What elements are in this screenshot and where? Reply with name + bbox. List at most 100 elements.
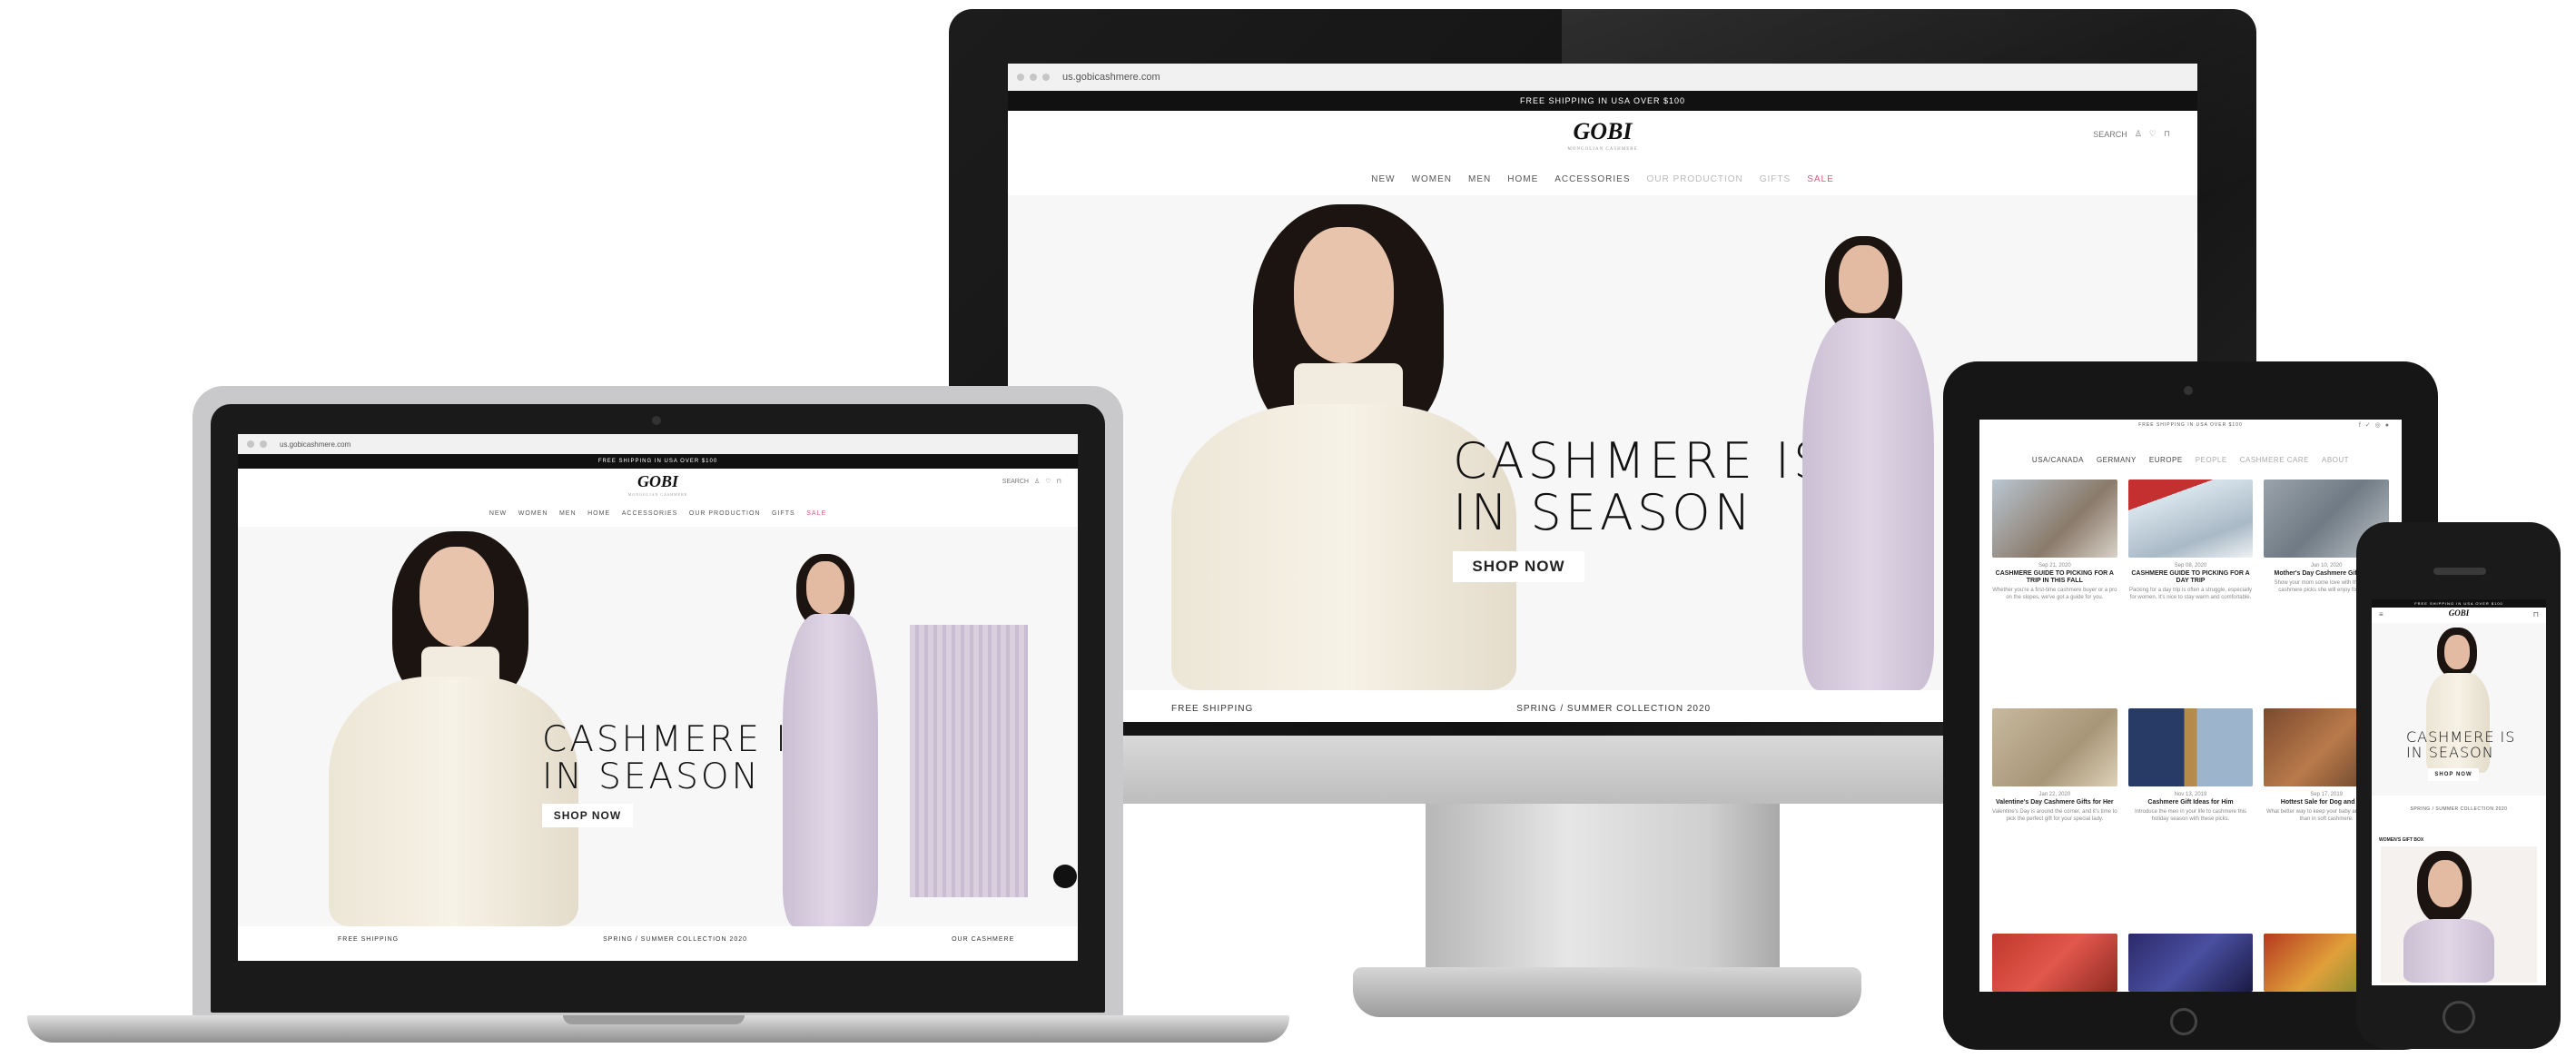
nav-home[interactable]: HOME — [1507, 174, 1538, 184]
nav-new[interactable]: NEW — [489, 510, 507, 517]
nav-men[interactable]: MEN — [559, 510, 577, 517]
blog-grid-row-1: Sep 21, 2020 CASHMERE GUIDE TO PICKING F… — [1992, 480, 2389, 602]
shop-now-button[interactable]: SHOP NOW — [2428, 768, 2479, 781]
post-excerpt: Valentine's Day is around the corner, an… — [1992, 809, 2117, 822]
blog-grid-row-3 — [1992, 934, 2389, 992]
blog-card[interactable]: Sep 21, 2020 CASHMERE GUIDE TO PICKING F… — [1992, 480, 2117, 602]
nav-people[interactable]: PEOPLE — [2196, 456, 2227, 464]
post-date: Nov 13, 2019 — [2174, 792, 2207, 797]
nav-new[interactable]: NEW — [1371, 174, 1395, 184]
search-link[interactable]: SEARCH — [2093, 130, 2127, 139]
monitor-stand — [1426, 804, 1780, 976]
nav-men[interactable]: MEN — [1468, 174, 1491, 184]
post-thumbnail[interactable] — [2127, 934, 2254, 992]
blog-card[interactable]: Nov 13, 2019 Cashmere Gift Ideas for Him… — [2127, 708, 2254, 824]
camera-icon — [652, 416, 661, 425]
feature-free-shipping[interactable]: FREE SHIPPING — [338, 936, 399, 943]
nav-usa-canada[interactable]: USA/CANADA — [2032, 456, 2084, 464]
nav-gifts[interactable]: GIFTS — [1760, 174, 1791, 184]
laptop-notch — [563, 1015, 745, 1024]
site-logo[interactable]: GOBI — [2372, 608, 2546, 618]
menu-icon[interactable]: ≡ — [2379, 610, 2384, 618]
gift-box-image[interactable] — [2381, 846, 2537, 983]
nav-our-production[interactable]: OUR PRODUCTION — [1647, 174, 1743, 184]
post-title[interactable]: Valentine's Day Cashmere Gifts for Her — [1992, 799, 2117, 806]
post-title[interactable]: CASHMERE GUIDE TO PICKING FOR A DAY TRIP — [2128, 570, 2254, 585]
feature-our-cashmere[interactable]: OUR CASHMERE — [952, 936, 1014, 943]
nav-about[interactable]: ABOUT — [2322, 456, 2349, 464]
feature-collection[interactable]: SPRING / SUMMER COLLECTION 2020 — [603, 936, 747, 943]
back-icon[interactable] — [247, 440, 254, 448]
tablet-top-bar: FREE SHIPPING IN USA OVER $100 — [1979, 420, 2402, 430]
post-thumbnail[interactable] — [1992, 934, 2117, 992]
shop-now-button[interactable]: SHOP NOW — [542, 804, 633, 827]
hero-banner: CASHMERE IS IN SEASON SHOP NOW — [2372, 623, 2546, 796]
main-nav: NEW WOMEN MEN HOME ACCESSORIES OUR PRODU… — [1008, 174, 2197, 184]
blog-card[interactable]: Sep 08, 2020 CASHMERE GUIDE TO PICKING F… — [2127, 480, 2254, 602]
hero-banner: CASHMERE IS IN SEASON SHOP NOW — [238, 527, 1078, 926]
site-logo[interactable]: GOBI — [1008, 118, 2197, 145]
post-date: Jan 22, 2020 — [2038, 792, 2071, 797]
social-icons: f ✓ ◎ ● — [2359, 421, 2389, 430]
bag-icon[interactable]: ⊓ — [2533, 610, 2539, 618]
home-button[interactable] — [2443, 1001, 2475, 1033]
post-excerpt: Whether you're a first-time cashmere buy… — [1992, 588, 2117, 600]
back-icon[interactable] — [1017, 74, 1024, 81]
nav-sale[interactable]: SALE — [806, 510, 826, 517]
nav-cashmere-care[interactable]: CASHMERE CARE — [2240, 456, 2309, 464]
hero-headline-line2: IN SEASON — [1453, 484, 1754, 541]
address-bar[interactable]: us.gobicashmere.com — [280, 440, 350, 449]
blog-card[interactable]: Jan 22, 2020 Valentine's Day Cashmere Gi… — [1992, 708, 2117, 824]
nav-sale[interactable]: SALE — [1807, 174, 1834, 184]
nav-women[interactable]: WOMEN — [1412, 174, 1452, 184]
website-blog-tablet: FREE SHIPPING IN USA OVER $100 f ✓ ◎ ● U… — [1979, 420, 2402, 992]
site-logo[interactable]: GOBI — [238, 472, 1078, 491]
blog-grid-row-2: Jan 22, 2020 Valentine's Day Cashmere Gi… — [1992, 708, 2389, 824]
shop-now-button[interactable]: SHOP NOW — [1453, 551, 1584, 582]
nav-women[interactable]: WOMEN — [518, 510, 548, 517]
user-icon[interactable]: ♙ — [2135, 129, 2142, 139]
nav-gifts[interactable]: GIFTS — [772, 510, 795, 517]
collection-link[interactable]: SPRING / SUMMER COLLECTION 2020 — [2372, 806, 2546, 812]
address-bar[interactable]: us.gobicashmere.com — [1062, 72, 1160, 83]
post-title[interactable]: CASHMERE GUIDE TO PICKING FOR A TRIP IN … — [1992, 570, 2117, 585]
post-date: Sep 21, 2020 — [2038, 563, 2071, 569]
feature-strip: FREE SHIPPING SPRING / SUMMER COLLECTION… — [238, 936, 1078, 943]
nav-home[interactable]: HOME — [587, 510, 610, 517]
section-title: WOMEN'S GIFT BOX — [2379, 837, 2424, 843]
user-icon[interactable]: ♙ — [1034, 478, 1040, 485]
speaker-icon — [2433, 568, 2486, 575]
forward-icon[interactable] — [1030, 74, 1037, 81]
search-link[interactable]: SEARCH — [1002, 479, 1029, 485]
nav-our-production[interactable]: OUR PRODUCTION — [689, 510, 761, 517]
bag-icon[interactable]: ⊓ — [1057, 478, 1061, 485]
chat-icon[interactable] — [1053, 865, 1077, 888]
post-thumbnail[interactable] — [2127, 480, 2254, 558]
feature-free-shipping[interactable]: FREE SHIPPING — [1171, 704, 1253, 714]
heart-icon[interactable]: ♡ — [1045, 478, 1051, 485]
nav-europe[interactable]: EUROPE — [2149, 456, 2183, 464]
pinterest-icon[interactable]: ● — [2385, 422, 2389, 429]
logo-subtitle: MONGOLIAN CASHMERE — [1567, 147, 1638, 152]
forward-icon[interactable] — [260, 440, 267, 448]
post-thumbnail[interactable] — [2127, 708, 2254, 786]
nav-accessories[interactable]: ACCESSORIES — [622, 510, 678, 517]
monitor-base — [1353, 967, 1861, 1017]
nav-germany[interactable]: GERMANY — [2097, 456, 2137, 464]
blog-nav: USA/CANADA GERMANY EUROPE PEOPLE CASHMER… — [1979, 456, 2402, 464]
heart-icon[interactable]: ♡ — [2149, 129, 2157, 139]
website-mobile: FREE SHIPPING IN USA OVER $100 GOBI ≡ ⊓ … — [2372, 599, 2546, 985]
feature-collection[interactable]: SPRING / SUMMER COLLECTION 2020 — [1516, 704, 1711, 714]
reload-icon[interactable] — [1042, 74, 1050, 81]
post-thumbnail[interactable] — [1992, 480, 2117, 558]
facebook-icon[interactable]: f — [2359, 422, 2361, 429]
home-button[interactable] — [2170, 1008, 2197, 1035]
post-title[interactable]: Cashmere Gift Ideas for Him — [2128, 799, 2254, 806]
shipping-banner: FREE SHIPPING IN USA OVER $100 — [1008, 91, 2197, 111]
bag-icon[interactable]: ⊓ — [2164, 129, 2170, 139]
nav-accessories[interactable]: ACCESSORIES — [1554, 174, 1630, 184]
twitter-icon[interactable]: ✓ — [2365, 421, 2371, 429]
post-thumbnail[interactable] — [1992, 708, 2117, 786]
laptop-screen: us.gobicashmere.com FREE SHIPPING IN USA… — [238, 434, 1078, 961]
instagram-icon[interactable]: ◎ — [2375, 421, 2381, 429]
